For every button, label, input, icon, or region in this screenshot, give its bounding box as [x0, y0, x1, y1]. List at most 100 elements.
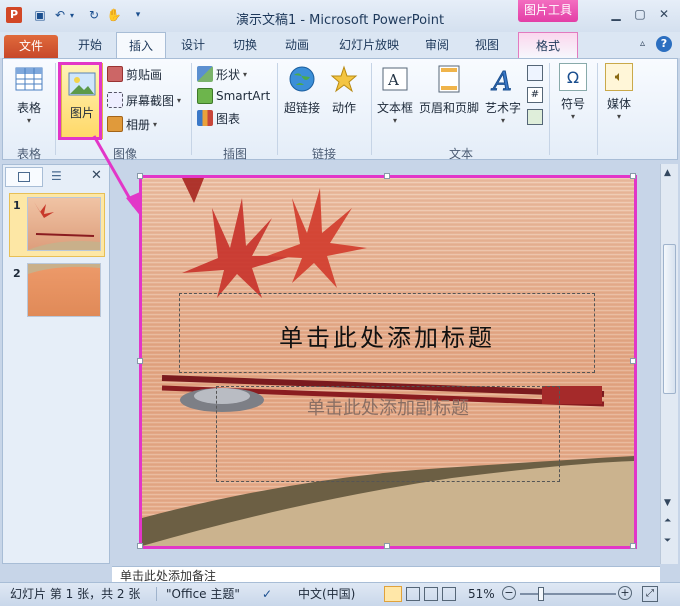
- chart-button[interactable]: 图表: [197, 109, 240, 127]
- resize-handle[interactable]: [630, 543, 636, 549]
- action-label: 动作: [331, 101, 356, 115]
- action-button[interactable]: 动作: [325, 63, 363, 116]
- resize-handle[interactable]: [630, 173, 636, 179]
- group-divider: [277, 63, 278, 155]
- shapes-label: 形状: [216, 67, 241, 82]
- wordart-icon: A: [487, 63, 519, 95]
- symbol-label: 符号: [560, 97, 585, 111]
- tab-insert[interactable]: 插入: [116, 32, 166, 59]
- notes-pane[interactable]: 单击此处添加备注: [112, 566, 660, 582]
- spell-check-icon[interactable]: ✓: [262, 583, 272, 605]
- scroll-down-icon[interactable]: ▼: [664, 498, 671, 508]
- scroll-up-icon[interactable]: ▲: [664, 168, 671, 178]
- zoom-out-icon[interactable]: −: [502, 586, 516, 600]
- chart-icon: [197, 110, 213, 126]
- slideshow-view-icon[interactable]: [442, 587, 456, 601]
- media-button[interactable]: 🔈︎ 媒体 ▾: [599, 63, 639, 121]
- hyperlink-button[interactable]: 超链接: [281, 63, 323, 116]
- group-label-text: 文本: [448, 147, 473, 161]
- chevron-down-icon: ▾: [177, 95, 182, 105]
- smartart-button[interactable]: SmartArt: [197, 87, 270, 105]
- reading-view-icon[interactable]: [424, 587, 438, 601]
- restore-button[interactable]: ▢: [628, 5, 652, 23]
- chart-label: 图表: [216, 111, 241, 126]
- wordart-button[interactable]: A 艺术字 ▾: [481, 63, 525, 126]
- action-star-icon: [328, 63, 360, 95]
- group-divider: [597, 63, 598, 155]
- chevron-down-icon: ▾: [500, 116, 505, 125]
- tab-format[interactable]: 格式: [518, 32, 578, 59]
- resize-handle[interactable]: [384, 543, 390, 549]
- window-title: 演示文稿1 - Microsoft PowerPoint: [235, 13, 445, 28]
- wordart-label: 艺术字: [484, 101, 521, 115]
- outline-tab[interactable]: ☰: [45, 167, 71, 187]
- date-time-icon[interactable]: [527, 65, 543, 81]
- tab-slideshow[interactable]: 幻灯片放映: [332, 32, 406, 58]
- tab-home[interactable]: 开始: [70, 32, 110, 58]
- speaker-icon: 🔈︎: [605, 63, 633, 91]
- group-divider: [371, 63, 372, 155]
- zoom-in-icon[interactable]: +: [618, 586, 632, 600]
- tab-file[interactable]: 文件: [4, 35, 58, 58]
- group-divider: [549, 63, 550, 155]
- resize-handle[interactable]: [137, 543, 143, 549]
- minimize-button[interactable]: ▁: [604, 5, 628, 23]
- screenshot-button[interactable]: 屏幕截图 ▾: [107, 91, 181, 109]
- clipart-label: 剪贴画: [126, 67, 163, 82]
- textbox-label: 文本框: [376, 101, 413, 115]
- collapse-ribbon-icon[interactable]: ▵: [640, 38, 645, 49]
- clipart-button[interactable]: 剪贴画: [107, 65, 162, 83]
- slide-count-status: 幻灯片 第 1 张，共 2 张: [10, 587, 141, 601]
- status-divider: [156, 587, 157, 601]
- table-button-label: 表格: [16, 101, 41, 115]
- theme-status[interactable]: "Office 主题": [166, 583, 240, 605]
- tab-animations[interactable]: 动画: [276, 32, 318, 58]
- table-icon: [13, 63, 45, 95]
- group-divider: [55, 63, 56, 155]
- header-footer-icon: [433, 63, 465, 95]
- resize-handle[interactable]: [630, 358, 636, 364]
- tab-design[interactable]: 设计: [172, 32, 214, 58]
- header-footer-button[interactable]: 页眉和页脚: [417, 63, 481, 116]
- smartart-label: SmartArt: [216, 89, 271, 103]
- group-label-link: 链接: [311, 147, 336, 161]
- language-status[interactable]: 中文(中国): [298, 583, 355, 605]
- next-slide-icon[interactable]: ⏷: [664, 536, 671, 546]
- chevron-down-icon: ▾: [570, 112, 575, 121]
- slides-tab[interactable]: [5, 167, 43, 187]
- fit-to-window-icon[interactable]: ⤢: [642, 586, 658, 602]
- close-button[interactable]: ✕: [652, 5, 676, 23]
- tab-review[interactable]: 审阅: [416, 32, 458, 58]
- tab-view[interactable]: 视图: [466, 32, 508, 58]
- symbol-button[interactable]: Ω 符号 ▾: [553, 63, 593, 121]
- slide-number-icon[interactable]: #: [527, 87, 543, 103]
- chevron-down-icon: ▾: [153, 119, 158, 129]
- slide-thumbnail-2[interactable]: [27, 263, 101, 317]
- zoom-level[interactable]: 51%: [468, 583, 495, 605]
- hyperlink-label: 超链接: [283, 101, 320, 115]
- picture-selection-highlight: [139, 175, 637, 549]
- object-icon[interactable]: [527, 109, 543, 125]
- globe-icon: [286, 63, 318, 95]
- clipart-icon: [107, 66, 123, 82]
- svg-text:A: A: [387, 71, 399, 89]
- help-icon[interactable]: ?: [656, 36, 672, 52]
- table-button[interactable]: 表格 ▾: [7, 63, 51, 125]
- omega-icon: Ω: [559, 63, 587, 91]
- tab-transitions[interactable]: 切换: [224, 32, 266, 58]
- screenshot-icon: [107, 92, 123, 108]
- shapes-icon: [197, 66, 213, 82]
- vertical-scrollbar[interactable]: ▲ ▼ ⏶ ⏷: [660, 164, 678, 564]
- scroll-thumb[interactable]: [663, 244, 676, 394]
- zoom-slider-track[interactable]: [520, 593, 616, 595]
- normal-view-icon[interactable]: [384, 586, 402, 602]
- picture-tools-label: 图片工具: [518, 0, 578, 22]
- slide-sorter-icon[interactable]: [406, 587, 420, 601]
- previous-slide-icon[interactable]: ⏶: [664, 516, 671, 526]
- resize-handle[interactable]: [384, 173, 390, 179]
- zoom-slider-thumb[interactable]: [538, 587, 544, 601]
- shapes-button[interactable]: 形状 ▾: [197, 65, 247, 83]
- group-label-table: 表格: [16, 147, 41, 161]
- resize-handle[interactable]: [137, 358, 143, 364]
- textbox-button[interactable]: A 文本框 ▾: [373, 63, 417, 125]
